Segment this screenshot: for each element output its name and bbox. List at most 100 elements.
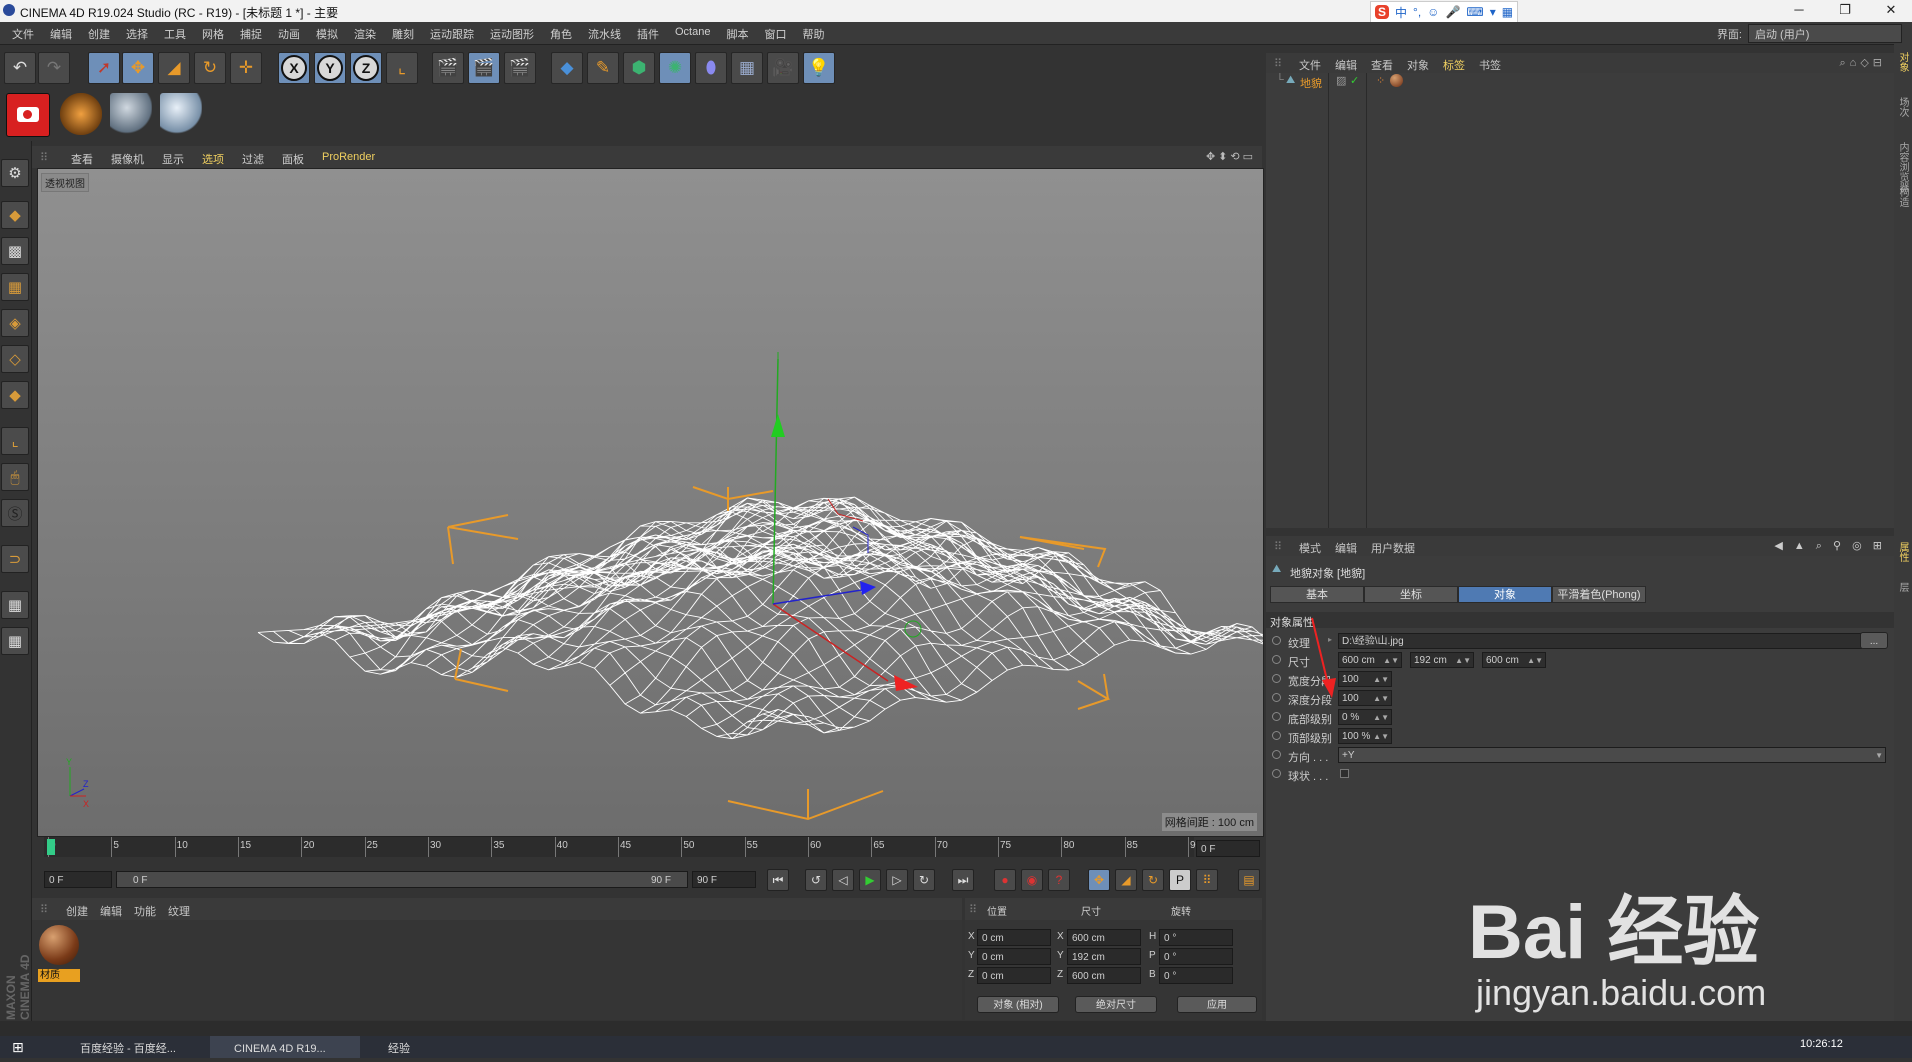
smile-icon[interactable]: ☺ xyxy=(1427,5,1439,19)
play-icon[interactable]: ▶ xyxy=(859,869,881,891)
key-position-icon[interactable]: ✥ xyxy=(1088,869,1110,891)
light-icon[interactable]: 💡 xyxy=(803,52,835,84)
floor-icon[interactable]: ▦ xyxy=(731,52,763,84)
apply-button[interactable]: 应用 xyxy=(1177,996,1257,1013)
coord-pos-z[interactable]: 0 cm xyxy=(977,967,1051,984)
keyframe-selection-icon[interactable]: ? xyxy=(1048,869,1070,891)
camera-icon[interactable]: 🎥 xyxy=(767,52,799,84)
spinner-icon[interactable]: ▲▼ xyxy=(1373,729,1389,744)
tab-phong[interactable]: 平滑着色(Phong) xyxy=(1552,586,1646,603)
menu-item-19[interactable]: 帮助 xyxy=(794,26,832,42)
chevron-down-icon[interactable]: ▼ xyxy=(1875,748,1883,763)
size-z-field[interactable]: 600 cm ▲▼ xyxy=(1482,652,1546,668)
current-frame-field[interactable]: 0 F xyxy=(1196,840,1260,857)
transform-icon[interactable]: ✛ xyxy=(230,52,262,84)
octane-material-icon[interactable] xyxy=(110,93,152,135)
viewport-menu-item-4[interactable]: 过滤 xyxy=(233,151,273,167)
taskbar-item-browser[interactable]: 百度经验 - 百度经... xyxy=(56,1036,206,1058)
menu-item-14[interactable]: 流水线 xyxy=(580,26,629,42)
make-editable-icon[interactable]: ⚙ xyxy=(1,159,29,187)
mic-icon[interactable]: 🎤 xyxy=(1445,5,1460,19)
ime-mode-chinese[interactable]: 中 xyxy=(1395,4,1407,21)
right-lower-tab-0[interactable]: 属性 xyxy=(1896,542,1910,562)
coord-mode-dropdown[interactable]: 对象 (相对) xyxy=(977,996,1059,1013)
close-button[interactable]: ✕ xyxy=(1876,2,1906,20)
start-frame-field[interactable]: 0 F xyxy=(44,871,112,888)
workplane-icon[interactable]: ▦ xyxy=(1,273,29,301)
prop-field[interactable]: 100 % ▲▼ xyxy=(1338,728,1392,744)
spinner-icon[interactable]: ▲▼ xyxy=(1455,653,1471,668)
object-row[interactable]: └ ⛰ 地貌 ▨ ✓ ⁘ xyxy=(1266,73,1894,90)
next-key-icon[interactable]: ↻ xyxy=(913,869,935,891)
octane-hdri-icon[interactable] xyxy=(60,93,102,135)
coord-pos-y[interactable]: 0 cm xyxy=(977,948,1051,965)
coordinate-system-icon[interactable]: ⌞ xyxy=(386,52,418,84)
attr-menu-item-2[interactable]: 用户数据 xyxy=(1364,540,1422,556)
render-view-icon[interactable]: 🎬 xyxy=(432,52,464,84)
x-axis-button[interactable]: X xyxy=(278,52,310,84)
viewport-menu-item-6[interactable]: ProRender xyxy=(313,151,384,167)
spinner-icon[interactable]: ▲▼ xyxy=(1373,672,1389,687)
coord-size-x[interactable]: 600 cm xyxy=(1067,929,1141,946)
menu-item-8[interactable]: 模拟 xyxy=(308,26,346,42)
windows-start-icon[interactable]: ⊞ xyxy=(12,1039,24,1056)
menu-item-16[interactable]: Octane xyxy=(667,26,718,42)
drag-handle-icon[interactable]: ⠿ xyxy=(969,903,977,916)
menu-item-2[interactable]: 创建 xyxy=(80,26,118,42)
material-tag-icon[interactable] xyxy=(1390,74,1403,87)
pen-icon[interactable]: ✎ xyxy=(587,52,619,84)
menu-item-13[interactable]: 角色 xyxy=(542,26,580,42)
search-icon[interactable]: ⌕⌂◇⊟ xyxy=(1840,56,1886,70)
menu-item-10[interactable]: 雕刻 xyxy=(384,26,422,42)
z-axis-button[interactable]: Z xyxy=(350,52,382,84)
spinner-icon[interactable]: ▲▼ xyxy=(1373,710,1389,725)
viewport-nav-icons[interactable]: ✥⬍⟲▭ xyxy=(1206,150,1256,163)
live-select-icon[interactable]: ➚ xyxy=(88,52,120,84)
menu-item-7[interactable]: 动画 xyxy=(270,26,308,42)
vest-icon[interactable]: ▾ xyxy=(1490,5,1496,19)
render-to-picture-viewer-icon[interactable]: 🎬 xyxy=(468,52,500,84)
clock[interactable]: 10:26:12 xyxy=(1800,1038,1843,1050)
menu-item-1[interactable]: 编辑 xyxy=(42,26,80,42)
grid-icon[interactable]: ▦ xyxy=(1502,5,1513,19)
material-menu-item-0[interactable]: 创建 xyxy=(60,903,94,919)
tab-coord[interactable]: 坐标 xyxy=(1364,586,1458,603)
grid-snap-icon[interactable]: ▦ xyxy=(1,627,29,655)
object-menu-item-3[interactable]: 对象 xyxy=(1400,57,1436,73)
menu-item-15[interactable]: 插件 xyxy=(629,26,667,42)
layout-dropdown[interactable]: 启动 (用户) xyxy=(1748,24,1902,43)
menu-item-6[interactable]: 捕捉 xyxy=(232,26,270,42)
next-frame-icon[interactable]: ▷ xyxy=(886,869,908,891)
material-menu-item-3[interactable]: 纹理 xyxy=(162,903,196,919)
drag-handle-icon[interactable]: ⠿ xyxy=(40,151,48,164)
restore-button[interactable]: ❐ xyxy=(1830,2,1860,20)
terrain-mesh[interactable] xyxy=(257,496,1263,740)
coord-rot-y[interactable]: 0 ° xyxy=(1159,948,1233,965)
anim-radio[interactable] xyxy=(1272,750,1281,759)
material-menu-item-1[interactable]: 编辑 xyxy=(94,903,128,919)
keyboard-icon[interactable]: ⌨ xyxy=(1466,5,1483,19)
coord-size-z[interactable]: 600 cm xyxy=(1067,967,1141,984)
drag-handle-icon[interactable]: ⠿ xyxy=(40,903,48,916)
size-y-field[interactable]: 192 cm ▲▼ xyxy=(1410,652,1474,668)
taskbar-item-folder[interactable]: 经验 xyxy=(364,1036,464,1058)
menu-item-3[interactable]: 选择 xyxy=(118,26,156,42)
viewport-menu-item-3[interactable]: 选项 xyxy=(193,151,233,167)
tweak-mode-icon[interactable]: 🖱 xyxy=(1,463,29,491)
snap-icon[interactable]: Ⓢ xyxy=(1,499,29,527)
points-mode-icon[interactable]: ◈ xyxy=(1,309,29,337)
viewport-menu-item-0[interactable]: 查看 xyxy=(62,151,102,167)
spinner-icon[interactable]: ▲▼ xyxy=(1373,691,1389,706)
menu-item-0[interactable]: 文件 xyxy=(4,26,42,42)
ime-punct[interactable]: °, xyxy=(1413,5,1421,19)
timeline-ruler[interactable]: 051015202530354045505560657075808590 xyxy=(44,837,1201,857)
record-keys-icon[interactable]: ● xyxy=(994,869,1016,891)
key-pla-icon[interactable]: ⠿ xyxy=(1196,869,1218,891)
object-menu-item-0[interactable]: 文件 xyxy=(1292,57,1328,73)
right-lower-tab-1[interactable]: 层 xyxy=(1896,582,1910,592)
object-menu-item-1[interactable]: 编辑 xyxy=(1328,57,1364,73)
key-rotation-icon[interactable]: ↻ xyxy=(1142,869,1164,891)
spinner-icon[interactable]: ▲▼ xyxy=(1527,653,1543,668)
model-mode-icon[interactable]: ◆ xyxy=(1,201,29,229)
anim-radio[interactable] xyxy=(1272,674,1281,683)
